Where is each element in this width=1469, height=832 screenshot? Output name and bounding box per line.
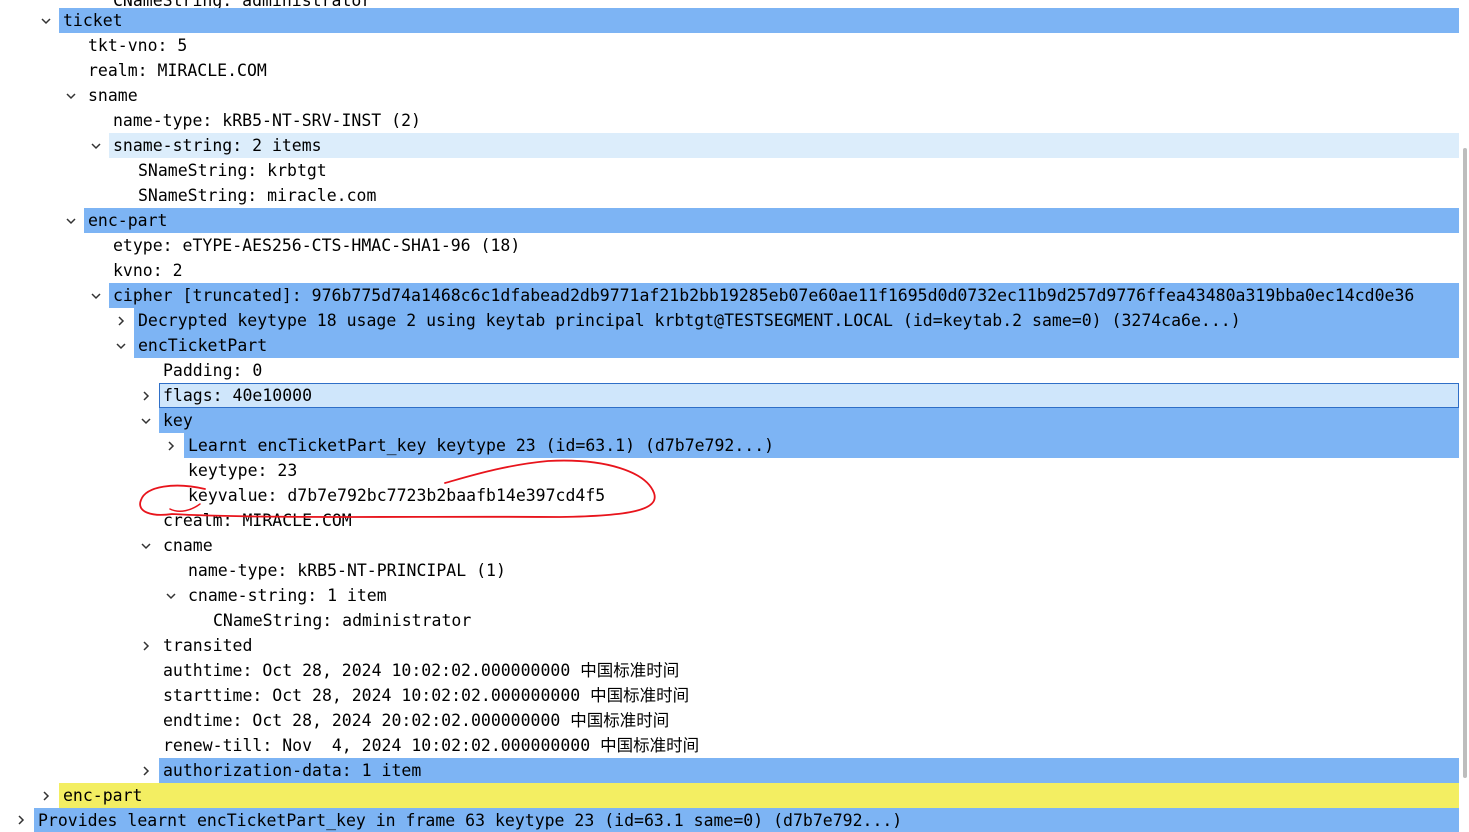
chevron-down-icon[interactable] xyxy=(64,208,78,233)
tree-row-snamestring-miracle[interactable]: SNameString: miracle.com xyxy=(0,183,1459,208)
tree-row-label: Decrypted keytype 18 usage 2 using keyta… xyxy=(134,308,1459,333)
chevron-down-icon[interactable] xyxy=(89,133,103,158)
chevron-down-icon[interactable] xyxy=(114,333,128,358)
tree-row-label: cname xyxy=(163,536,213,555)
chevron-right-icon[interactable] xyxy=(164,433,178,458)
tree-row-label: CNameString: administrator xyxy=(213,611,472,630)
tree-row-sname-string[interactable]: sname-string: 2 items xyxy=(0,133,1459,158)
chevron-down-icon[interactable] xyxy=(139,408,153,433)
packet-details-tree: CNameString: administrator ticket tkt-vn… xyxy=(0,0,1459,832)
tree-row-etype[interactable]: etype: eTYPE-AES256-CTS-HMAC-SHA1-96 (18… xyxy=(0,233,1459,258)
tree-row-label: authtime: Oct 28, 2024 10:02:02.00000000… xyxy=(163,661,680,680)
tree-row-label: transited xyxy=(163,636,253,655)
tree-row-learnt-key[interactable]: Learnt encTicketPart_key keytype 23 (id=… xyxy=(0,433,1459,458)
chevron-right-icon[interactable] xyxy=(139,633,153,658)
chevron-right-icon[interactable] xyxy=(39,783,53,808)
tree-row-label: SNameString: miracle.com xyxy=(138,186,377,205)
tree-row-label: enc-part xyxy=(84,208,1459,233)
tree-row-crealm[interactable]: crealm: MIRACLE.COM xyxy=(0,508,1459,533)
tree-row-provides-learnt[interactable]: Provides learnt encTicketPart_key in fra… xyxy=(0,807,1459,832)
tree-row-tkt-vno[interactable]: tkt-vno: 5 xyxy=(0,33,1459,58)
tree-row-label: starttime: Oct 28, 2024 10:02:02.0000000… xyxy=(163,686,690,705)
tree-row-realm[interactable]: realm: MIRACLE.COM xyxy=(0,58,1459,83)
tree-row-renew-till[interactable]: renew-till: Nov 4, 2024 10:02:02.0000000… xyxy=(0,733,1459,758)
tree-row-enc-part[interactable]: enc-part xyxy=(0,208,1459,233)
tree-row-enc-part-outer[interactable]: enc-part xyxy=(0,783,1459,808)
chevron-down-icon[interactable] xyxy=(64,83,78,108)
tree-row-label: keytype: 23 xyxy=(188,461,298,480)
chevron-down-icon[interactable] xyxy=(139,533,153,558)
tree-row-label: authorization-data: 1 item xyxy=(159,758,1459,783)
tree-row-label: tkt-vno: 5 xyxy=(88,36,188,55)
tree-row-flags[interactable]: flags: 40e10000 xyxy=(0,383,1459,408)
tree-row-label: cname-string: 1 item xyxy=(188,586,387,605)
tree-row-kvno[interactable]: kvno: 2 xyxy=(0,258,1459,283)
tree-row-label: keyvalue: d7b7e792bc7723b2baafb14e397cd4… xyxy=(188,486,606,505)
tree-row-authorization-data[interactable]: authorization-data: 1 item xyxy=(0,758,1459,783)
tree-row-cname-string[interactable]: cname-string: 1 item xyxy=(0,583,1459,608)
tree-row-endtime[interactable]: endtime: Oct 28, 2024 20:02:02.000000000… xyxy=(0,708,1459,733)
tree-row-label: endtime: Oct 28, 2024 20:02:02.000000000… xyxy=(163,711,670,730)
tree-row-ticket[interactable]: ticket xyxy=(0,8,1459,33)
chevron-right-icon[interactable] xyxy=(139,383,153,408)
tree-row-label: ticket xyxy=(59,8,1459,33)
vertical-scrollbar[interactable] xyxy=(1463,148,1467,778)
tree-row-label: renew-till: Nov 4, 2024 10:02:02.0000000… xyxy=(163,736,700,755)
tree-row-keytype[interactable]: keytype: 23 xyxy=(0,458,1459,483)
tree-row-decrypted[interactable]: Decrypted keytype 18 usage 2 using keyta… xyxy=(0,308,1459,333)
tree-row-encticketpart[interactable]: encTicketPart xyxy=(0,333,1459,358)
tree-row-label: enc-part xyxy=(59,783,1459,808)
tree-row-label: SNameString: krbtgt xyxy=(138,161,327,180)
tree-row-label: name-type: kRB5-NT-SRV-INST (2) xyxy=(113,111,421,130)
tree-row-label: Learnt encTicketPart_key keytype 23 (id=… xyxy=(184,433,1459,458)
tree-row-label: flags: 40e10000 xyxy=(159,383,1459,408)
tree-row-starttime[interactable]: starttime: Oct 28, 2024 10:02:02.0000000… xyxy=(0,683,1459,708)
chevron-down-icon[interactable] xyxy=(39,8,53,33)
tree-row-label: Padding: 0 xyxy=(163,361,263,380)
tree-row-cipher[interactable]: cipher [truncated]: 976b775d74a1468c6c1d… xyxy=(0,283,1459,308)
chevron-right-icon[interactable] xyxy=(14,807,28,832)
tree-row-label: realm: MIRACLE.COM xyxy=(88,61,267,80)
tree-row-cnamestring[interactable]: CNameString: administrator xyxy=(0,608,1459,633)
tree-row-sname[interactable]: sname xyxy=(0,83,1459,108)
tree-row-label: cipher [truncated]: 976b775d74a1468c6c1d… xyxy=(109,283,1459,308)
tree-row-label: sname xyxy=(88,86,138,105)
tree-row-label: sname-string: 2 items xyxy=(109,133,1459,158)
tree-row-label: encTicketPart xyxy=(134,333,1459,358)
tree-row-snamestring-krbtgt[interactable]: SNameString: krbtgt xyxy=(0,158,1459,183)
tree-row-label: etype: eTYPE-AES256-CTS-HMAC-SHA1-96 (18… xyxy=(113,236,521,255)
tree-row-transited[interactable]: transited xyxy=(0,633,1459,658)
tree-row-label: name-type: kRB5-NT-PRINCIPAL (1) xyxy=(188,561,506,580)
tree-row-keyvalue[interactable]: keyvalue: d7b7e792bc7723b2baafb14e397cd4… xyxy=(0,483,1459,508)
tree-row-label: kvno: 2 xyxy=(113,261,183,280)
chevron-right-icon[interactable] xyxy=(114,308,128,333)
tree-row-padding[interactable]: Padding: 0 xyxy=(0,358,1459,383)
tree-row-authtime[interactable]: authtime: Oct 28, 2024 10:02:02.00000000… xyxy=(0,658,1459,683)
tree-row-cname-name-type[interactable]: name-type: kRB5-NT-PRINCIPAL (1) xyxy=(0,558,1459,583)
tree-row-label: key xyxy=(159,408,1459,433)
tree-row-label: Provides learnt encTicketPart_key in fra… xyxy=(34,808,1459,832)
tree-row-label: crealm: MIRACLE.COM xyxy=(163,511,352,530)
tree-row-key[interactable]: key xyxy=(0,408,1459,433)
tree-row-cname[interactable]: cname xyxy=(0,533,1459,558)
tree-row-sname-name-type[interactable]: name-type: kRB5-NT-SRV-INST (2) xyxy=(0,108,1459,133)
chevron-right-icon[interactable] xyxy=(139,758,153,783)
chevron-down-icon[interactable] xyxy=(89,283,103,308)
chevron-down-icon[interactable] xyxy=(164,583,178,608)
